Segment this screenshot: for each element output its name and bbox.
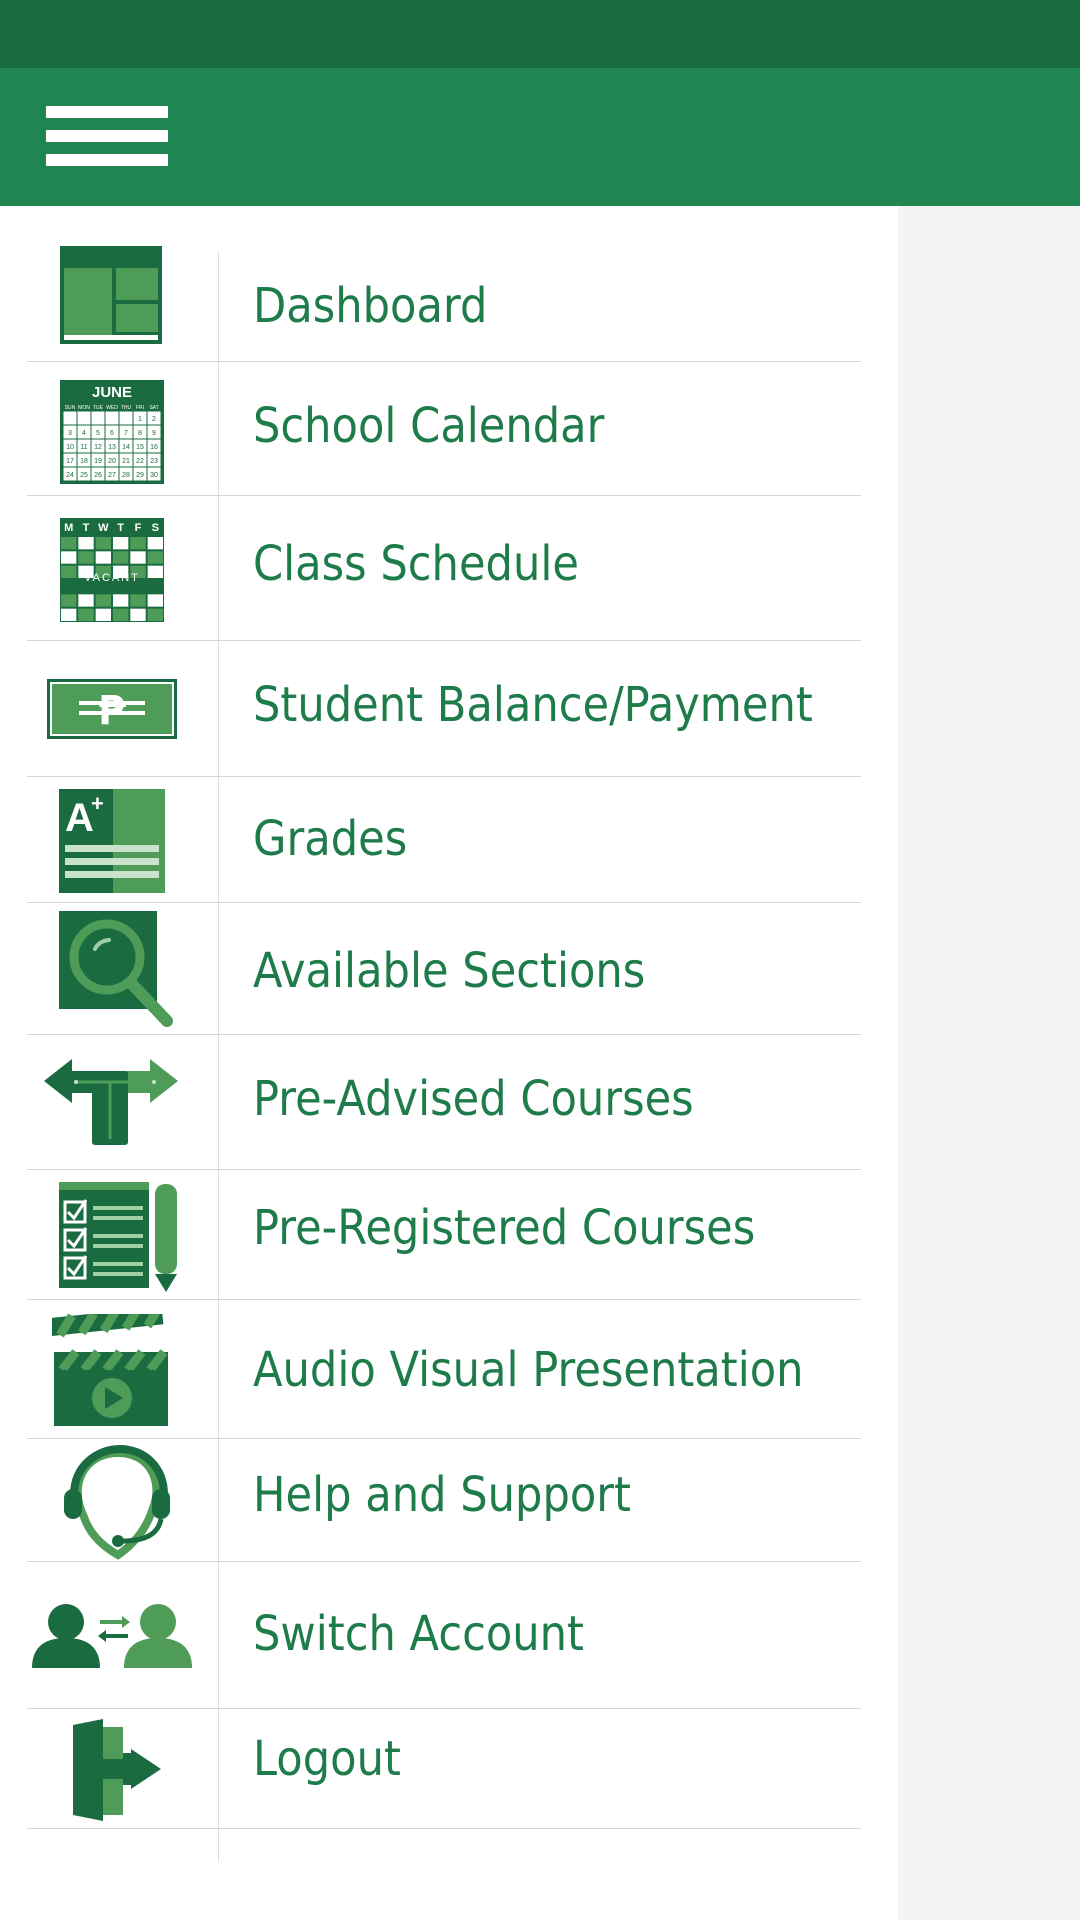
peso-symbol-text: ₱: [98, 688, 126, 734]
calendar-date-label: 18: [80, 458, 88, 465]
direction-sign-icon: [44, 1059, 178, 1145]
menu-item-label: Audio Visual Presentation: [253, 1342, 804, 1398]
calendar-date-label: 19: [94, 458, 102, 465]
menu-item-switch-account[interactable]: Switch Account: [27, 1562, 861, 1709]
checklist-pencil-icon: [59, 1182, 179, 1292]
schedule-banner-text: VACANT: [84, 572, 140, 584]
menu-item-pre-advised-courses[interactable]: Pre-Advised Courses: [27, 1035, 861, 1170]
calendar-date-label: 29: [136, 472, 144, 479]
calendar-date-label: 21: [122, 458, 130, 465]
menu-item-label: Student Balance/Payment: [253, 677, 813, 733]
calendar-date-label: 14: [122, 444, 130, 451]
menu-item-student-balance-payment[interactable]: ₱ Student Balance/Payment: [27, 641, 861, 777]
schedule-day-label: W: [98, 522, 109, 534]
calendar-date-label: 15: [136, 444, 144, 451]
calendar-date-label: 27: [108, 472, 116, 479]
drawer-scrim[interactable]: [898, 206, 1080, 1920]
menu-item-label: Switch Account: [253, 1606, 584, 1662]
schedule-day-label: F: [135, 522, 142, 534]
hamburger-menu-icon[interactable]: [46, 106, 170, 166]
menu-item-label: Available Sections: [253, 943, 646, 999]
clapperboard-icon: [52, 1314, 172, 1426]
calendar-date-label: 8: [138, 430, 142, 437]
calendar-date-label: 13: [108, 444, 116, 451]
calendar-date-label: 16: [150, 444, 158, 451]
schedule-day-label: T: [117, 522, 124, 534]
calendar-day-label: TUE: [93, 405, 104, 411]
calendar-date-label: 22: [136, 458, 144, 465]
calendar-date-label: 28: [122, 472, 130, 479]
headset-icon: [54, 1445, 174, 1561]
calendar-day-label: MON: [78, 405, 90, 411]
grade-modifier-text: +: [91, 791, 104, 816]
calendar-day-label: THU: [121, 405, 132, 411]
magnifier-icon: [59, 911, 175, 1027]
menu-item-logout[interactable]: Logout: [27, 1709, 861, 1829]
menu-item-label: Logout: [253, 1731, 401, 1787]
menu-item-label: Pre-Registered Courses: [253, 1200, 756, 1256]
menu-item-grades[interactable]: A + Grades: [27, 777, 861, 903]
calendar-date-label: 2: [152, 416, 156, 423]
exit-door-icon: [71, 1719, 163, 1821]
menu-item-label: School Calendar: [253, 398, 605, 454]
peso-bill-icon: ₱: [47, 679, 177, 739]
calendar-date-label: 26: [94, 472, 102, 479]
menu-item-available-sections[interactable]: Available Sections: [27, 903, 861, 1035]
calendar-date-label: 17: [66, 458, 74, 465]
calendar-icon: JUNE SUN MON TUE WED THU FRI SAT 1 2 3 4 5 6 7 8 9 10 11…: [60, 380, 164, 484]
calendar-date-label: 9: [152, 430, 156, 437]
calendar-day-label: SAT: [149, 405, 158, 411]
menu-item-label: Class Schedule: [253, 536, 579, 592]
calendar-day-label: SUN: [65, 405, 76, 411]
status-bar: [0, 0, 1080, 68]
calendar-date-label: 24: [66, 472, 74, 479]
grade-letter-text: A: [65, 796, 94, 840]
calendar-date-label: 12: [94, 444, 102, 451]
menu-item-pre-registered-courses[interactable]: Pre-Registered Courses: [27, 1170, 861, 1300]
calendar-date-label: 10: [66, 444, 74, 451]
menu-item-class-schedule[interactable]: MTWTFS VACANT Class Schedule: [27, 496, 861, 641]
navigation-drawer: Dashboard JUNE SUN MON TUE WED THU FRI SAT 123…: [0, 206, 898, 1920]
calendar-day-label: FRI: [136, 405, 144, 411]
calendar-date-label: 1: [138, 416, 142, 423]
calendar-date-label: 23: [150, 458, 158, 465]
schedule-day-label: S: [152, 522, 159, 534]
grade-sheet-icon: A +: [59, 789, 165, 893]
menu-item-label: Grades: [253, 811, 408, 867]
calendar-date-label: 5: [96, 430, 100, 437]
dashboard-icon: [60, 246, 162, 344]
calendar-date-label: 25: [80, 472, 88, 479]
menu-item-help-and-support[interactable]: Help and Support: [27, 1439, 861, 1562]
switch-users-icon: [30, 1602, 194, 1670]
calendar-date-label: 20: [108, 458, 116, 465]
calendar-date-label: 7: [124, 430, 128, 437]
schedule-icon: MTWTFS VACANT: [60, 518, 164, 622]
schedule-day-label: T: [83, 522, 90, 534]
calendar-date-label: 11: [80, 444, 87, 451]
menu-item-audio-visual-presentation[interactable]: Audio Visual Presentation: [27, 1300, 861, 1439]
calendar-day-label: WED: [106, 405, 118, 411]
menu-item-school-calendar[interactable]: JUNE SUN MON TUE WED THU FRI SAT 1 2 3 4 5 6 7 8 9 10 11…: [27, 362, 861, 496]
menu-item-dashboard[interactable]: Dashboard: [27, 206, 861, 362]
schedule-day-label: M: [64, 522, 73, 534]
menu-item-label: Dashboard: [253, 278, 488, 334]
calendar-date-label: 4: [82, 430, 86, 437]
calendar-date-label: 3: [68, 430, 72, 437]
calendar-date-label: 6: [110, 430, 114, 437]
calendar-date-label: 30: [150, 472, 158, 479]
menu-item-label: Help and Support: [253, 1467, 631, 1523]
calendar-month-text: JUNE: [92, 384, 132, 401]
menu-item-label: Pre-Advised Courses: [253, 1071, 694, 1127]
